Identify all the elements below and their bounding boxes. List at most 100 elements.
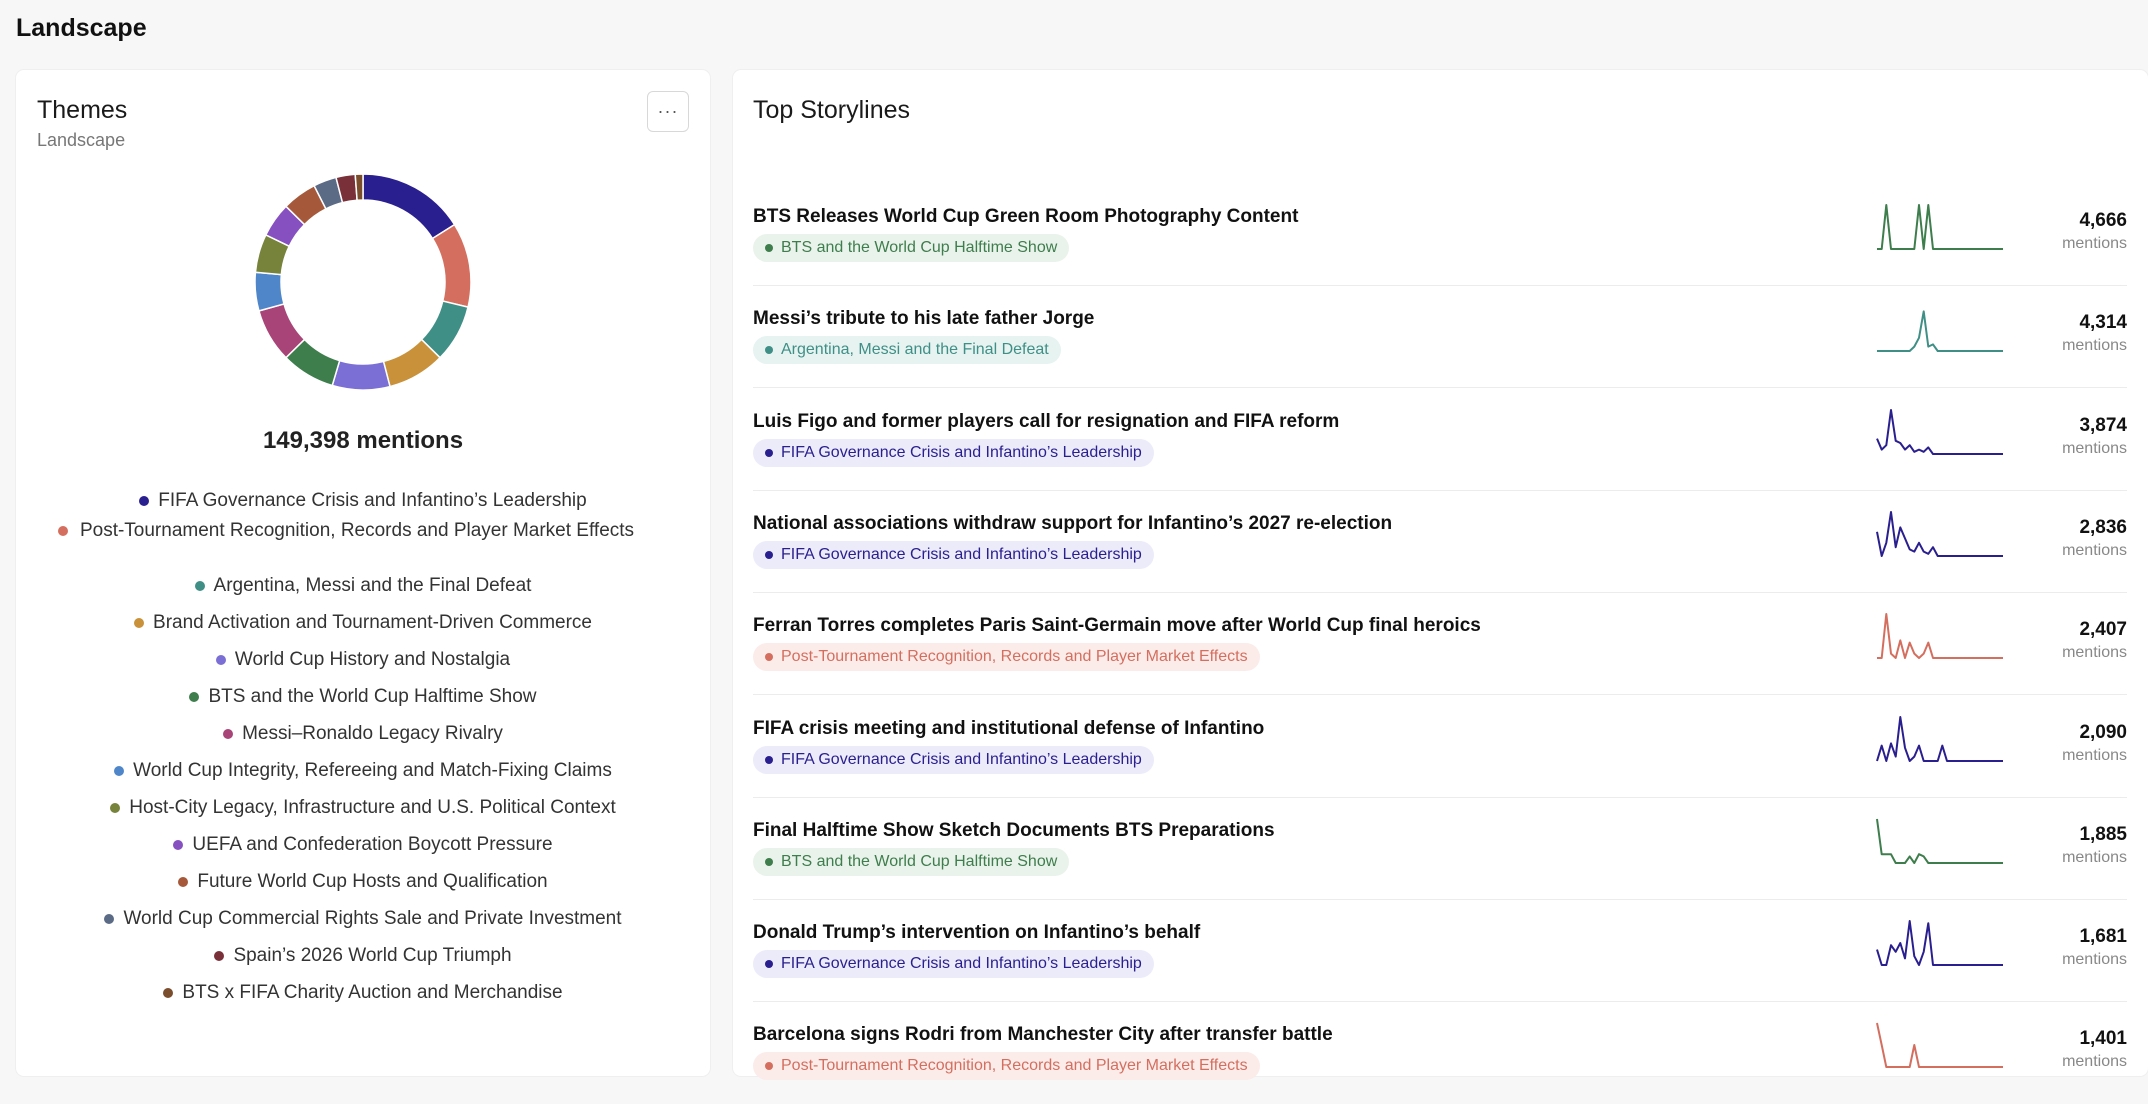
- storyline-row[interactable]: FIFA crisis meeting and institutional de…: [753, 696, 2127, 798]
- mention-count-label: mentions: [2062, 644, 2127, 662]
- theme-badge-label: BTS and the World Cup Halftime Show: [781, 239, 1058, 256]
- legend-label: World Cup History and Nostalgia: [234, 649, 511, 670]
- page-title: Landscape: [16, 14, 147, 42]
- legend-label: Post-Tournament Recognition, Records and…: [79, 520, 635, 541]
- mention-count-label: mentions: [2062, 439, 2127, 457]
- mention-count-label: mentions: [2062, 235, 2127, 252]
- storyline-title[interactable]: Barcelona signs Rodri from Manchester Ci…: [753, 1024, 1333, 1046]
- theme-badge[interactable]: FIFA Governance Crisis and Infantino’s L…: [753, 745, 1154, 774]
- theme-dot: [765, 1062, 773, 1071]
- storyline-row[interactable]: Final Halftime Show Sketch Documents BTS…: [753, 798, 2127, 900]
- mention-count: 2,407: [2079, 619, 2127, 641]
- storyline-title[interactable]: FIFA crisis meeting and institutional de…: [753, 718, 1264, 740]
- more-options-button[interactable]: ···: [647, 91, 689, 132]
- theme-badge[interactable]: Post-Tournament Recognition, Records and…: [753, 643, 1260, 672]
- mention-count-label: mentions: [2062, 951, 2127, 969]
- legend-item[interactable]: World Cup Commercial Rights Sale and Pri…: [16, 906, 710, 932]
- legend-item[interactable]: Messi–Ronaldo Legacy Rivalry: [16, 721, 710, 747]
- legend-dot: [215, 655, 226, 665]
- storyline-title[interactable]: National associations withdraw support f…: [753, 513, 1392, 535]
- legend-item[interactable]: FIFA Governance Crisis and Infantino’s L…: [16, 488, 710, 514]
- mention-count: 1,681: [2079, 926, 2127, 948]
- legend-label: Messi–Ronaldo Legacy Rivalry: [242, 723, 503, 744]
- more-horizontal-icon: ···: [657, 101, 679, 121]
- theme-badge[interactable]: Post-Tournament Recognition, Records and…: [753, 1052, 1260, 1081]
- storyline-title[interactable]: Donald Trump’s intervention on Infantino…: [753, 922, 1200, 944]
- legend-item[interactable]: Argentina, Messi and the Final Defeat: [16, 573, 710, 599]
- mention-count: 2,836: [2079, 516, 2127, 538]
- storyline-title[interactable]: Luis Figo and former players call for re…: [753, 411, 1339, 433]
- donut-slice[interactable]: [362, 173, 456, 240]
- mention-count-label: mentions: [2062, 1053, 2127, 1071]
- sparkline-line: [1876, 408, 2003, 455]
- theme-dot: [765, 346, 773, 355]
- storyline-row[interactable]: Barcelona signs Rodri from Manchester Ci…: [753, 1002, 2127, 1104]
- theme-badge[interactable]: BTS and the World Cup Halftime Show: [753, 234, 1070, 262]
- mention-count: 3,874: [2079, 414, 2127, 436]
- storyline-row[interactable]: BTS Releases World Cup Green Room Photog…: [753, 184, 2127, 286]
- legend-item[interactable]: UEFA and Confederation Boycott Pressure: [16, 832, 710, 858]
- legend-item[interactable]: World Cup Integrity, Refereeing and Matc…: [16, 758, 710, 784]
- legend-item[interactable]: BTS x FIFA Charity Auction and Merchandi…: [16, 980, 710, 1006]
- sparkline-line: [1877, 204, 2003, 250]
- theme-dot: [765, 550, 773, 559]
- legend-label: FIFA Governance Crisis and Infantino’s L…: [158, 490, 587, 511]
- storylines-title: Top Storylines: [753, 96, 911, 124]
- storyline-row[interactable]: Ferran Torres completes Paris Saint-Germ…: [753, 593, 2127, 696]
- mentions-sparkline: [1877, 613, 2003, 660]
- theme-badge[interactable]: Argentina, Messi and the Final Defeat: [753, 336, 1061, 365]
- mentions-sparkline: [1876, 818, 2003, 864]
- legend-dot: [58, 526, 68, 536]
- theme-badge[interactable]: FIFA Governance Crisis and Infantino’s L…: [753, 540, 1154, 569]
- themes-subtitle: Landscape: [37, 130, 126, 150]
- legend-dot: [223, 729, 234, 739]
- sparkline-line: [1876, 818, 2003, 864]
- theme-badge[interactable]: BTS and the World Cup Halftime Show: [753, 847, 1070, 876]
- legend-dot: [189, 692, 200, 702]
- storylines-card: Top Storylines BTS Releases World Cup Gr…: [733, 70, 2148, 1081]
- donut-slice[interactable]: [354, 173, 364, 202]
- legend-item[interactable]: Future World Cup Hosts and Qualification: [16, 869, 710, 895]
- mention-count: 4,666: [2079, 210, 2127, 231]
- legend-item[interactable]: Post-Tournament Recognition, Records and…: [16, 518, 710, 544]
- storyline-row[interactable]: Luis Figo and former players call for re…: [753, 389, 2127, 491]
- legend-dot: [104, 914, 115, 924]
- donut-slice[interactable]: [331, 359, 391, 391]
- storyline-row[interactable]: National associations withdraw support f…: [753, 491, 2127, 593]
- storyline-title[interactable]: Ferran Torres completes Paris Saint-Germ…: [753, 615, 1481, 637]
- legend-label: Argentina, Messi and the Final Defeat: [213, 575, 532, 596]
- legend-item[interactable]: Brand Activation and Tournament-Driven C…: [16, 610, 710, 636]
- mention-count: 4,314: [2079, 312, 2127, 334]
- theme-dot: [765, 857, 773, 866]
- legend-item[interactable]: World Cup History and Nostalgia: [16, 647, 710, 673]
- donut-slice[interactable]: [254, 271, 285, 312]
- storyline-title[interactable]: Final Halftime Show Sketch Documents BTS…: [753, 820, 1275, 842]
- mention-count-label: mentions: [2062, 541, 2127, 559]
- legend-label: Brand Activation and Tournament-Driven C…: [153, 612, 592, 633]
- theme-dot: [765, 448, 773, 457]
- themes-donut-chart: [254, 173, 472, 391]
- legend-label: Host-City Legacy, Infrastructure and U.S…: [129, 797, 616, 818]
- mentions-sparkline: [1876, 715, 2003, 762]
- mentions-sparkline: [1877, 310, 2003, 353]
- storyline-row[interactable]: Donald Trump’s intervention on Infantino…: [753, 900, 2127, 1003]
- mentions-sparkline: [1876, 510, 2003, 557]
- storyline-title[interactable]: BTS Releases World Cup Green Room Photog…: [753, 206, 1298, 228]
- mention-count-label: mentions: [2062, 848, 2127, 866]
- legend-label: BTS x FIFA Charity Auction and Merchandi…: [182, 982, 563, 1003]
- legend-dot: [194, 581, 205, 591]
- storyline-row[interactable]: Messi’s tribute to his late father Jorge…: [753, 286, 2127, 389]
- legend-item[interactable]: Spain’s 2026 World Cup Triumph: [16, 943, 710, 969]
- theme-badge[interactable]: FIFA Governance Crisis and Infantino’s L…: [753, 950, 1154, 979]
- mention-count-label: mentions: [2062, 337, 2127, 355]
- sparkline-line: [1876, 510, 2003, 557]
- legend-item[interactable]: BTS and the World Cup Halftime Show: [16, 684, 710, 710]
- legend-dot: [114, 766, 125, 776]
- storyline-title[interactable]: Messi’s tribute to his late father Jorge: [753, 308, 1094, 330]
- legend-label: World Cup Integrity, Refereeing and Matc…: [133, 760, 612, 781]
- legend-dot: [139, 496, 150, 506]
- donut-slice[interactable]: [431, 223, 472, 309]
- legend-label: World Cup Commercial Rights Sale and Pri…: [123, 908, 622, 929]
- legend-item[interactable]: Host-City Legacy, Infrastructure and U.S…: [16, 795, 710, 821]
- theme-badge[interactable]: FIFA Governance Crisis and Infantino’s L…: [753, 438, 1154, 467]
